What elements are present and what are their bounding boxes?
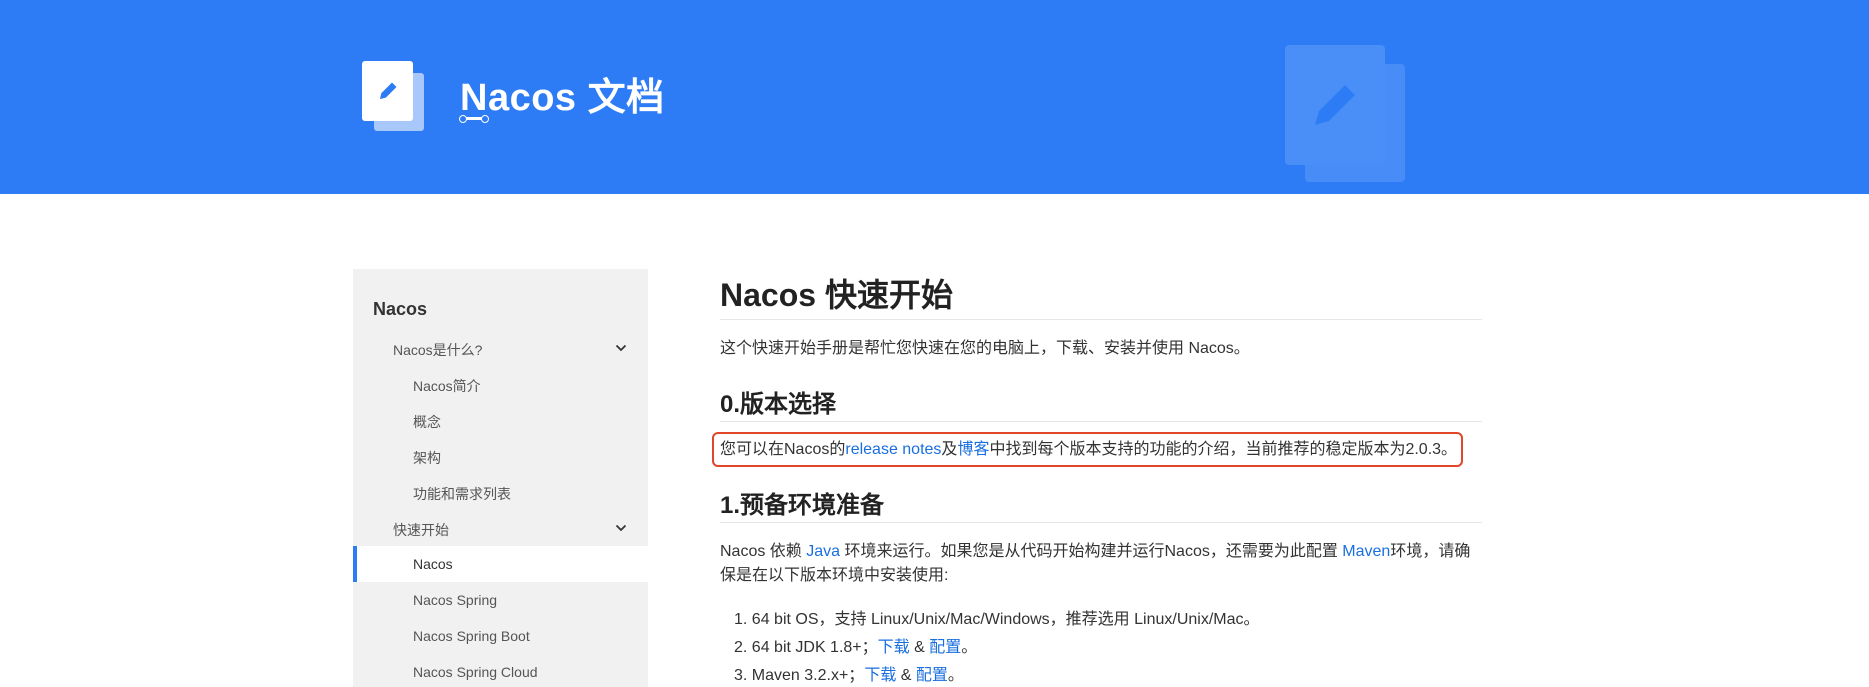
sidebar-item-nacos-active[interactable]: Nacos — [413, 556, 453, 572]
header-banner: Nacos 文档 — [0, 0, 1869, 194]
section-heading-prerequisites: 1.预备环境准备 — [720, 492, 885, 519]
pencil-document-icon — [362, 61, 413, 121]
decorative-pencil-icon — [1285, 45, 1385, 165]
maven-link[interactable]: Maven — [1342, 543, 1390, 560]
chevron-down-icon[interactable] — [615, 522, 627, 534]
chevron-down-icon[interactable] — [615, 342, 627, 354]
sidebar-item-quick-start[interactable]: 快速开始 — [393, 520, 449, 540]
section-heading-version: 0.版本选择 — [720, 391, 837, 418]
list-number: 1. — [734, 611, 748, 628]
section-divider — [720, 522, 1482, 523]
release-notes-link[interactable]: release notes — [845, 441, 941, 458]
sidebar-item-nacos-spring-cloud[interactable]: Nacos Spring Cloud — [413, 664, 538, 680]
site-logo[interactable] — [362, 61, 424, 131]
prereq-text-a: Nacos 依赖 — [720, 543, 807, 560]
list-item: 3. Maven 3.2.x+；下载 & 配置。 — [734, 661, 964, 685]
sidebar-item-nacos-intro[interactable]: Nacos简介 — [413, 376, 481, 396]
title-underline-decoration — [459, 115, 489, 123]
sidebar-root-nacos[interactable]: Nacos — [373, 299, 427, 320]
title-divider — [720, 319, 1482, 320]
prereq-paragraph-line2: 保是在以下版本环境中安装使用: — [720, 567, 949, 584]
docs-sidebar: Nacos Nacos是什么? Nacos简介 概念 架构 功能和需求列表 快速… — [353, 269, 648, 687]
version-paragraph: 您可以在Nacos的release notes及博客中找到每个版本支持的功能的介… — [720, 438, 1457, 462]
site-title[interactable]: Nacos 文档 — [460, 66, 665, 121]
maven-config-link[interactable]: 配置 — [916, 667, 948, 684]
list-end: 。 — [947, 667, 964, 684]
intro-paragraph: 这个快速开始手册是帮忙您快速在您的电脑上，下载、安装并使用 Nacos。 — [720, 340, 1250, 357]
list-number: 3. — [734, 667, 748, 684]
list-ampersand: & — [896, 667, 916, 684]
list-text: Maven 3.2.x+； — [751, 667, 865, 684]
sidebar-item-architecture[interactable]: 架构 — [413, 448, 441, 468]
list-end: 。 — [961, 639, 978, 656]
version-text-start: 您可以在Nacos的 — [720, 441, 846, 458]
sidebar-item-nacos-spring-boot[interactable]: Nacos Spring Boot — [413, 628, 530, 644]
jdk-download-link[interactable]: 下载 — [878, 639, 910, 656]
section-divider — [720, 421, 1482, 422]
list-text: 64 bit JDK 1.8+； — [751, 639, 878, 656]
list-item: 1. 64 bit OS，支持 Linux/Unix/Mac/Windows，推… — [734, 605, 1260, 629]
sidebar-item-concepts[interactable]: 概念 — [413, 412, 441, 432]
page-title: Nacos 快速开始 — [720, 277, 953, 313]
sidebar-item-what-is-nacos[interactable]: Nacos是什么? — [393, 340, 482, 360]
version-text-end: 中找到每个版本支持的功能的介绍，当前推荐的稳定版本为2.0.3。 — [989, 441, 1458, 458]
prereq-paragraph-line1: Nacos 依赖 Java 环境来运行。如果您是从代码开始构建并运行Nacos，… — [720, 540, 1470, 564]
maven-download-link[interactable]: 下载 — [864, 667, 896, 684]
jdk-config-link[interactable]: 配置 — [929, 639, 961, 656]
blog-link[interactable]: 博客 — [957, 441, 989, 458]
java-link[interactable]: Java — [806, 543, 840, 560]
sidebar-item-nacos-spring[interactable]: Nacos Spring — [413, 592, 497, 608]
list-item: 2. 64 bit JDK 1.8+；下载 & 配置。 — [734, 633, 977, 657]
prereq-text-c: 环境，请确 — [1390, 543, 1471, 560]
prereq-text-b: 环境来运行。如果您是从代码开始构建并运行Nacos，还需要为此配置 — [840, 543, 1343, 560]
list-ampersand: & — [909, 639, 930, 656]
list-number: 2. — [734, 639, 748, 656]
sidebar-item-features[interactable]: 功能和需求列表 — [413, 484, 511, 504]
list-text: 64 bit OS，支持 Linux/Unix/Mac/Windows，推荐选用… — [751, 611, 1260, 628]
version-text-mid: 及 — [941, 441, 958, 458]
sidebar-active-indicator — [353, 546, 648, 582]
